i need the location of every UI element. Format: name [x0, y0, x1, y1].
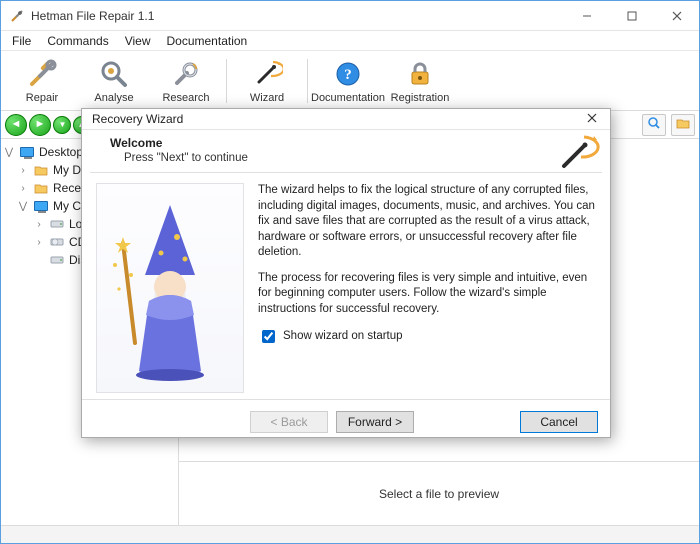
drive-icon [49, 252, 65, 268]
nav-forward-button[interactable]: ► [29, 114, 51, 136]
cd-drive-icon [49, 234, 65, 250]
dialog-body: Welcome Press "Next" to continue [82, 129, 610, 443]
dialog-heading: Welcome [110, 136, 596, 150]
magic-wand-icon [251, 58, 283, 90]
computer-icon [33, 198, 49, 214]
dialog-subheading: Press "Next" to continue [110, 152, 596, 164]
preview-placeholder: Select a file to preview [379, 487, 499, 501]
toolbar-separator [226, 59, 227, 103]
menu-documentation[interactable]: Documentation [160, 32, 255, 50]
expand-icon[interactable]: › [33, 219, 45, 230]
expand-icon[interactable]: › [17, 183, 29, 194]
app-window: Hetman File Repair 1.1 File Commands Vie… [0, 0, 700, 544]
dialog-button-row: < Back Forward > Cancel [82, 399, 610, 443]
collapse-icon[interactable]: ⋁ [17, 201, 29, 212]
tree-label-desktop: Desktop [39, 145, 83, 159]
app-icon [9, 8, 25, 24]
preview-pane: Select a file to preview [179, 461, 699, 525]
expand-icon[interactable]: › [33, 237, 45, 248]
close-icon [587, 112, 597, 126]
folder-options-icon [676, 116, 690, 133]
help-badge-icon: ? [332, 58, 364, 90]
menu-bar: File Commands View Documentation [1, 31, 699, 51]
title-bar: Hetman File Repair 1.1 [1, 1, 699, 31]
show-wizard-startup-checkbox[interactable] [262, 330, 275, 343]
dialog-header: Welcome Press "Next" to continue [82, 130, 610, 172]
show-wizard-startup-label: Show wizard on startup [283, 329, 403, 345]
svg-text:?: ? [344, 67, 352, 83]
minimize-button[interactable] [564, 1, 609, 30]
toolbar-analyse-label: Analyse [94, 92, 133, 104]
nav-search-button[interactable] [642, 114, 666, 136]
nav-recent-dropdown[interactable]: ▼ [53, 116, 71, 134]
lock-icon [404, 58, 436, 90]
window-close-button[interactable] [654, 1, 699, 30]
dialog-titlebar[interactable]: Recovery Wizard [82, 109, 610, 129]
wizard-cancel-button[interactable]: Cancel [520, 411, 598, 433]
menu-commands[interactable]: Commands [40, 32, 115, 50]
folder-icon [33, 162, 49, 178]
dialog-close-button[interactable] [580, 109, 604, 129]
screwdriver-wrench-icon [26, 58, 58, 90]
search-icon [647, 116, 661, 133]
dialog-text: The wizard helps to fix the logical stru… [258, 183, 596, 393]
toolbar-repair[interactable]: Repair [7, 53, 77, 108]
desktop-icon [19, 144, 35, 160]
toolbar-documentation[interactable]: ? Documentation [313, 53, 383, 108]
wizard-back-button: < Back [250, 411, 328, 433]
toolbar-research[interactable]: Research [151, 53, 221, 108]
dialog-content: The wizard helps to fix the logical stru… [82, 173, 610, 399]
drive-icon [49, 216, 65, 232]
magic-wand-icon [554, 130, 600, 176]
menu-file[interactable]: File [5, 32, 38, 50]
toolbar-registration-label: Registration [391, 92, 450, 104]
collapse-icon[interactable]: ⋁ [3, 147, 15, 158]
toolbar-analyse[interactable]: Analyse [79, 53, 149, 108]
status-bar [1, 525, 699, 543]
wizard-illustration [96, 183, 244, 393]
nav-back-button[interactable]: ◄ [5, 114, 27, 136]
show-wizard-startup-row[interactable]: Show wizard on startup [258, 327, 596, 346]
window-title: Hetman File Repair 1.1 [31, 9, 564, 23]
expand-icon[interactable]: › [17, 165, 29, 176]
main-toolbar: Repair Analyse Research Wizard ? Do [1, 51, 699, 111]
dialog-paragraph-2: The process for recovering files is very… [258, 271, 596, 318]
toolbar-registration[interactable]: Registration [385, 53, 455, 108]
wrench-magnifier-icon [170, 58, 202, 90]
maximize-button[interactable] [609, 1, 654, 30]
wizard-forward-button[interactable]: Forward > [336, 411, 414, 433]
toolbar-separator [307, 59, 308, 103]
nav-view-button[interactable] [671, 114, 695, 136]
toolbar-repair-label: Repair [26, 92, 58, 104]
toolbar-research-label: Research [162, 92, 209, 104]
dialog-paragraph-1: The wizard helps to fix the logical stru… [258, 183, 596, 261]
toolbar-documentation-label: Documentation [311, 92, 385, 104]
folder-icon [33, 180, 49, 196]
toolbar-wizard-label: Wizard [250, 92, 284, 104]
magnifier-gear-icon [98, 58, 130, 90]
recovery-wizard-dialog: Recovery Wizard Welcome Press "Next" to … [81, 108, 611, 438]
toolbar-wizard[interactable]: Wizard [232, 53, 302, 108]
dialog-title: Recovery Wizard [92, 112, 580, 126]
menu-view[interactable]: View [118, 32, 158, 50]
